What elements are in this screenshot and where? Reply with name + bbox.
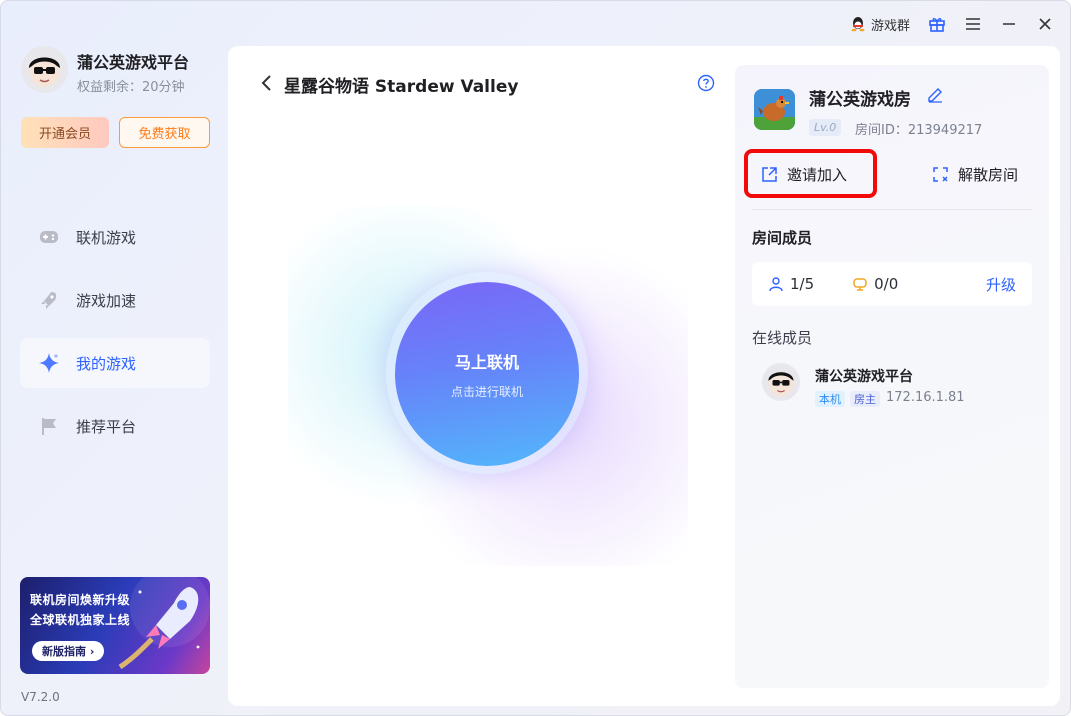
nav-item-game-boost[interactable]: 游戏加速 bbox=[20, 275, 210, 325]
edit-icon[interactable] bbox=[926, 85, 944, 103]
invite-join-label: 邀请加入 bbox=[787, 166, 848, 184]
device-icon bbox=[853, 278, 867, 291]
nav-label: 游戏加速 bbox=[76, 291, 137, 310]
open-vip-button[interactable]: 开通会员 bbox=[21, 117, 109, 148]
room-member-stats: 1/5 0/0 升级 bbox=[752, 262, 1032, 306]
game-group-label: 游戏群 bbox=[870, 18, 910, 34]
banner-line-2: 全球联机独家上线 bbox=[30, 613, 131, 627]
game-group-button[interactable]: 游戏群 bbox=[850, 15, 910, 34]
close-button[interactable] bbox=[1036, 15, 1054, 33]
banner-guide-button[interactable]: 新版指南 › bbox=[32, 641, 105, 661]
room-level-badge: Lv.0 bbox=[809, 119, 842, 136]
nav-item-online-games[interactable]: 联机游戏 bbox=[20, 212, 210, 262]
avatar-face-icon bbox=[768, 371, 794, 397]
help-icon[interactable] bbox=[697, 74, 715, 92]
chicken-game-icon bbox=[754, 89, 795, 130]
dissolve-icon bbox=[933, 167, 948, 182]
connect-now-button[interactable]: 马上联机 点击进行联机 bbox=[395, 282, 579, 466]
gift-button[interactable] bbox=[928, 15, 946, 33]
room-avatar bbox=[754, 89, 795, 130]
app-window: 游戏群 蒲公英游戏平台 权益剩余：20分钟 开通会员 免费获取 联机游戏 游戏加… bbox=[0, 0, 1071, 716]
user-avatar[interactable] bbox=[21, 46, 68, 93]
member-count: 1/5 bbox=[768, 275, 814, 293]
free-get-button[interactable]: 免费获取 bbox=[119, 117, 210, 148]
upgrade-link[interactable]: 升级 bbox=[986, 274, 1016, 295]
banner-line-1: 联机房间焕新升级 bbox=[30, 593, 131, 607]
nav-label: 我的游戏 bbox=[76, 354, 137, 373]
rocket-icon bbox=[38, 289, 60, 311]
room-panel: 蒲公英游戏房 Lv.0 房间ID：213949217 邀请加入 解散房间 房间成… bbox=[735, 65, 1049, 688]
device-count-value: 0/0 bbox=[874, 275, 899, 293]
main-panel: 星露谷物语 Stardew Valley 马上联机 点击进行联机 蒲公英游戏房 … bbox=[228, 46, 1060, 706]
user-icon bbox=[769, 277, 783, 292]
room-id: 房间ID：213949217 bbox=[855, 123, 983, 138]
nav-item-my-games[interactable]: 我的游戏 bbox=[20, 338, 210, 388]
game-title: 星露谷物语 Stardew Valley bbox=[284, 77, 519, 97]
menu-icon bbox=[966, 18, 980, 30]
nav-label: 联机游戏 bbox=[76, 228, 137, 247]
gift-icon bbox=[929, 18, 945, 32]
room-name: 蒲公英游戏房 bbox=[809, 90, 911, 110]
share-icon bbox=[762, 167, 777, 182]
qq-icon bbox=[851, 17, 865, 32]
nav-label: 推荐平台 bbox=[76, 417, 137, 436]
member-ip: 172.16.1.81 bbox=[886, 390, 965, 405]
dissolve-room-label: 解散房间 bbox=[958, 166, 1019, 184]
flag-icon bbox=[38, 415, 60, 437]
member-avatar bbox=[762, 363, 800, 401]
menu-button[interactable] bbox=[964, 15, 982, 33]
local-tag: 本机 bbox=[815, 391, 845, 407]
divider bbox=[752, 209, 1032, 210]
dissolve-room-button[interactable]: 解散房间 bbox=[932, 164, 1018, 185]
promo-banner[interactable]: 联机房间焕新升级 全球联机独家上线 新版指南 › bbox=[20, 577, 210, 674]
close-icon bbox=[1039, 18, 1051, 30]
member-count-value: 1/5 bbox=[790, 275, 815, 293]
minimize-button[interactable] bbox=[1000, 15, 1018, 33]
user-rights-remaining: 权益剩余：20分钟 bbox=[77, 80, 185, 95]
nav-item-recommended-platforms[interactable]: 推荐平台 bbox=[20, 401, 210, 451]
online-members-title: 在线成员 bbox=[752, 329, 813, 347]
invite-join-button[interactable]: 邀请加入 bbox=[761, 164, 847, 185]
avatar-face-icon bbox=[29, 57, 60, 87]
sparkle-icon bbox=[38, 352, 60, 374]
sidebar: 蒲公英游戏平台 权益剩余：20分钟 开通会员 免费获取 联机游戏 游戏加速 我的… bbox=[1, 1, 227, 715]
app-version: V7.2.0 bbox=[21, 690, 60, 704]
title-bar: 游戏群 bbox=[850, 9, 1054, 39]
member-name: 蒲公英游戏平台 bbox=[815, 369, 913, 385]
minimize-icon bbox=[1003, 23, 1015, 25]
connect-title: 马上联机 bbox=[454, 354, 519, 372]
room-members-title: 房间成员 bbox=[752, 229, 813, 247]
host-tag: 房主 bbox=[850, 391, 880, 407]
gamepad-icon bbox=[38, 226, 60, 248]
connect-subtitle: 点击进行联机 bbox=[450, 384, 523, 399]
device-count: 0/0 bbox=[852, 275, 898, 293]
user-name: 蒲公英游戏平台 bbox=[77, 53, 190, 72]
back-icon[interactable] bbox=[258, 72, 276, 94]
